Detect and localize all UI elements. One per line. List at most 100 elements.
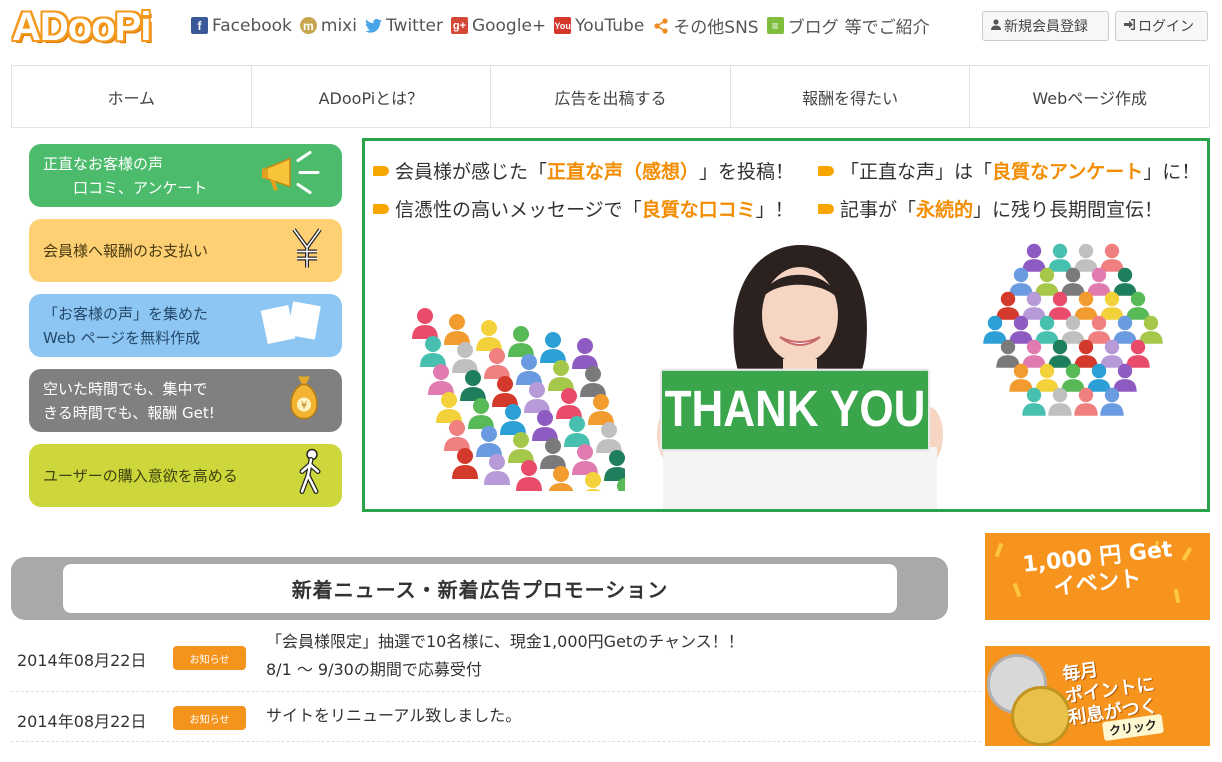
crowd-person-head xyxy=(1013,315,1029,331)
social-twitter[interactable]: Twitter xyxy=(365,16,443,36)
nav-home[interactable]: ホーム xyxy=(12,66,252,127)
yen-icon xyxy=(290,225,324,276)
register-label: 新規会員登録 xyxy=(1004,19,1088,35)
nav-about[interactable]: ADooPiとは？ xyxy=(252,66,492,127)
side-item-label: 空いた時間でも、集中で きる時間でも、報酬 Get! xyxy=(43,379,215,422)
banner-line-1a: 会員様が感じた「 正直な声（感想） 」を投稿！ xyxy=(373,157,794,184)
side-item-purchase-intent[interactable]: ユーザーの購入意欲を高める xyxy=(29,444,342,507)
megaphone-icon xyxy=(260,148,324,203)
news-item[interactable]: 2014年08月22日 お知らせ サイトをリニューアル致しました。 xyxy=(11,692,981,742)
social-facebook[interactable]: f Facebook xyxy=(191,16,292,36)
social-youtube[interactable]: You YouTube xyxy=(554,16,644,36)
crowd-person-head xyxy=(1091,363,1107,379)
nav-webpage[interactable]: Webページ作成 xyxy=(970,66,1209,127)
crowd-person-head xyxy=(987,315,1003,331)
crowd-person-head xyxy=(521,354,537,370)
crowd-person-head xyxy=(1000,339,1016,355)
crowd-person-head xyxy=(1091,267,1107,283)
social-links: f Facebook m mixi Twitter g+ Google+ You… xyxy=(191,13,938,38)
register-button[interactable]: 新規会員登録 xyxy=(982,11,1109,41)
banner-text: 」を投稿！ xyxy=(699,161,795,183)
side-item-reviews[interactable]: 正直なお客様の声 口コミ、アンケート xyxy=(29,144,342,207)
crowd-person-head xyxy=(449,420,465,436)
walking-person-icon xyxy=(296,447,324,504)
banner-line-2b: 記事が「 永続的 」に残り長期間宣伝！ xyxy=(818,195,1163,222)
crowd-person-head xyxy=(577,444,593,460)
crowd-person-head xyxy=(1052,291,1068,307)
crowd-person-head xyxy=(481,426,497,442)
side-item-payment[interactable]: 会員様へ報酬のお支払い xyxy=(29,219,342,282)
social-blog[interactable]: ≡ ブログ 等でご紹介 xyxy=(766,13,930,38)
crowd-person-head xyxy=(1078,339,1094,355)
youtube-icon: You xyxy=(554,17,572,34)
side-item-label: 会員様へ報酬のお支払い xyxy=(43,241,209,260)
banner-text: 信憑性の高いメッセージで「 xyxy=(395,199,642,221)
crowd-person-head xyxy=(1104,243,1120,259)
news-title[interactable]: サイトをリニューアル致しました。 xyxy=(266,702,521,730)
event-banner[interactable]: 1,000 円 Get イベント xyxy=(985,533,1210,620)
crowd-person-head xyxy=(1130,291,1146,307)
crowd-left-illustration xyxy=(412,308,625,491)
crowd-person-head xyxy=(1013,267,1029,283)
banner-line-1b: 「正直な声」は「 良質なアンケート 」に！ xyxy=(818,157,1200,184)
crowd-person-head xyxy=(497,376,513,392)
social-label: ブログ xyxy=(787,18,839,38)
news-date: 2014年08月22日 xyxy=(17,651,147,670)
nav-earn[interactable]: 報酬を得たい xyxy=(731,66,971,127)
main-nav: ホーム ADooPiとは？ 広告を出稿する 報酬を得たい Webページ作成 xyxy=(11,65,1210,128)
social-other-sns[interactable]: その他SNS xyxy=(652,13,759,38)
crowd-right-illustration xyxy=(983,243,1163,416)
crowd-person-head xyxy=(1039,363,1055,379)
crowd-person-head xyxy=(1117,315,1133,331)
social-label: YouTube xyxy=(575,15,645,36)
crowd-person-head xyxy=(585,366,601,382)
crowd-person-head xyxy=(1013,363,1029,379)
crowd-person-head xyxy=(553,360,569,376)
crowd-person-body xyxy=(484,471,510,485)
google-plus-icon: g+ xyxy=(450,17,468,34)
banner-highlight: 良質な口コミ xyxy=(641,199,756,221)
hero-banner[interactable]: 会員様が感じた「 正直な声（感想） 」を投稿！ 「正直な声」は「 良質なアンケート 」に… xyxy=(362,138,1210,512)
crowd-person-head xyxy=(513,326,529,342)
crowd-person-head xyxy=(545,438,561,454)
crowd-person-head xyxy=(1039,267,1055,283)
user-icon xyxy=(991,19,1001,33)
news-badge: お知らせ xyxy=(173,646,246,670)
side-item-earn-anytime[interactable]: 空いた時間でも、集中で きる時間でも、報酬 Get! ¥ xyxy=(29,369,342,432)
nav-advertise[interactable]: 広告を出稿する xyxy=(491,66,731,127)
login-button[interactable]: ログイン xyxy=(1115,11,1208,41)
crowd-person-head xyxy=(1052,339,1068,355)
crowd-person-head xyxy=(1078,387,1094,403)
side-item-free-webpage[interactable]: 「お客様の声」を集めた Web ページを無料作成 xyxy=(29,294,342,357)
crowd-person-head xyxy=(1000,291,1016,307)
crowd-person-body xyxy=(1074,403,1098,416)
crowd-person-head xyxy=(1026,243,1042,259)
mixi-icon: m xyxy=(299,17,317,34)
crowd-person-head xyxy=(481,320,497,336)
crowd-person-head xyxy=(1026,387,1042,403)
social-mixi[interactable]: m mixi xyxy=(299,16,357,36)
banner-text: 「正直な声」は「 xyxy=(840,161,993,183)
crowd-person-head xyxy=(537,410,553,426)
news-title[interactable]: 「会員様限定」抽選で10名様に、現金1,000円Getのチャンス！！ 8/1 ～… xyxy=(266,628,744,684)
crowd-person-head xyxy=(553,466,569,482)
crowd-person-head xyxy=(417,308,433,324)
crowd-person-head xyxy=(441,392,457,408)
crowd-person-head xyxy=(1052,243,1068,259)
twitter-icon xyxy=(365,17,382,34)
banner-highlight: 永続的 xyxy=(916,199,974,221)
points-interest-banner[interactable]: 毎月 ポイントに 利息がつく クリック xyxy=(985,646,1210,746)
crowd-person-body xyxy=(452,465,478,479)
crowd-person-head xyxy=(505,404,521,420)
news-item[interactable]: 2014年08月22日 お知らせ 「会員様限定」抽選で10名様に、現金1,000… xyxy=(11,628,981,692)
crowd-person-head xyxy=(473,398,489,414)
side-menu: 正直なお客様の声 口コミ、アンケート 会員様へ報酬のお支払い 「お客様の声」を集… xyxy=(29,144,342,519)
crowd-person-head xyxy=(1065,315,1081,331)
crowd-person-head xyxy=(449,314,465,330)
crowd-person-head xyxy=(529,382,545,398)
site-logo[interactable]: ADooPi xyxy=(12,4,151,50)
side-item-label: 正直なお客様の声 口コミ、アンケート xyxy=(43,154,208,197)
crowd-person-head xyxy=(1026,339,1042,355)
crowd-person-body xyxy=(1022,403,1046,416)
social-google-plus[interactable]: g+ Google+ xyxy=(450,16,546,36)
